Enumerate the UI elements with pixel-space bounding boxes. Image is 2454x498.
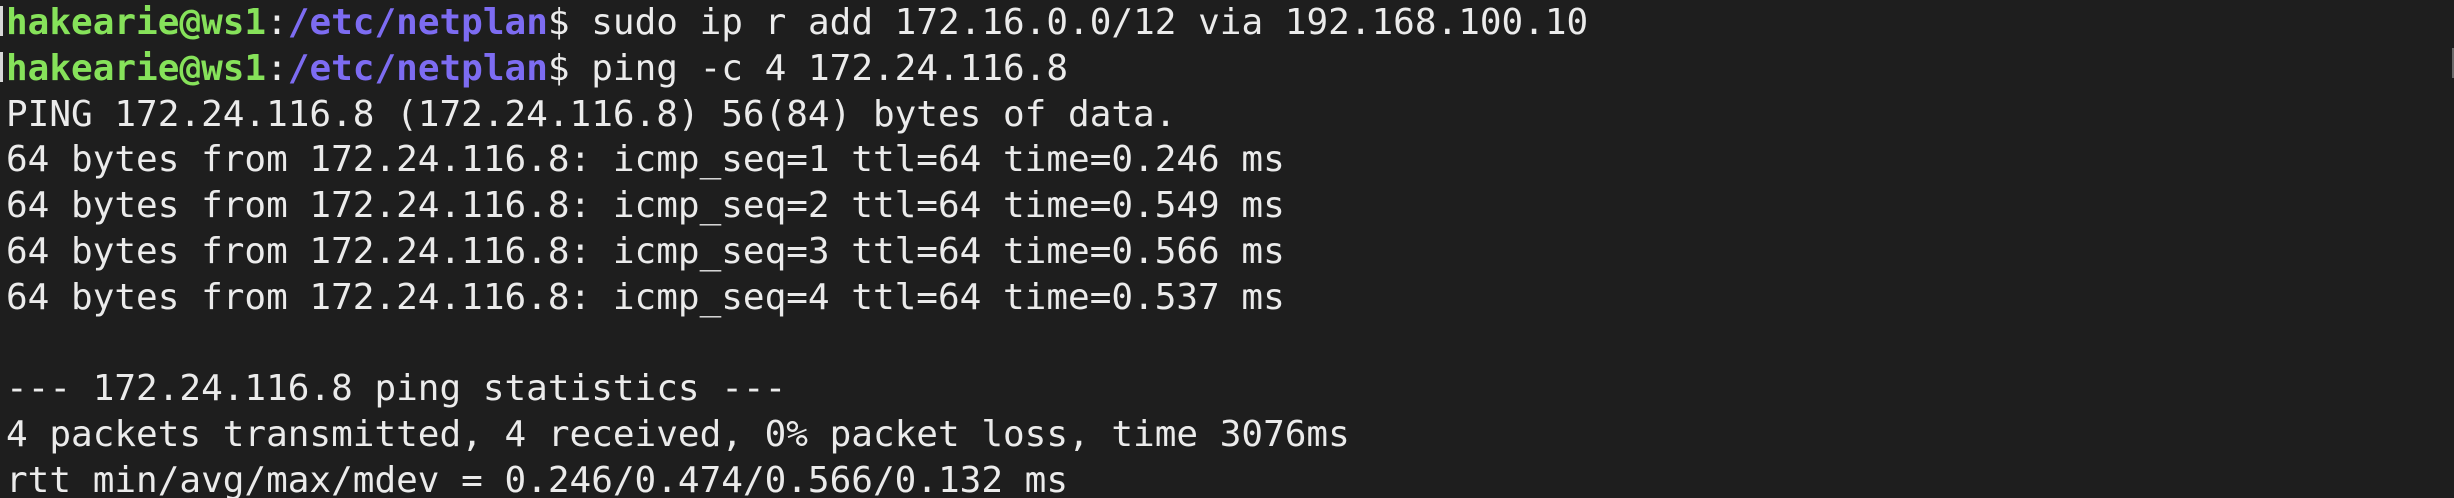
prompt-line: hakearie@ws1:/etc/netplan$ sudo ip r add… bbox=[6, 0, 2454, 46]
prompt-path: /etc/netplan bbox=[287, 2, 548, 43]
output-line: --- 172.24.116.8 ping statistics --- bbox=[6, 368, 787, 410]
command-text: ping -c 4 172.24.116.8 bbox=[569, 47, 1069, 89]
prompt-dollar: $ bbox=[547, 2, 570, 43]
prompt-colon: : bbox=[266, 2, 288, 43]
output-line: 64 bytes from 172.24.116.8: icmp_seq=1 t… bbox=[6, 139, 1285, 181]
output-line: rtt min/avg/max/mdev = 0.246/0.474/0.566… bbox=[6, 459, 1069, 498]
prompt-line: hakearie@ws1:/etc/netplan$ ping -c 4 172… bbox=[6, 46, 2454, 92]
output-line: PING 172.24.116.8 (172.24.116.8) 56(84) … bbox=[6, 93, 1177, 135]
output-line-blank bbox=[6, 321, 2454, 367]
terminal-window[interactable]: hakearie@ws1:/etc/netplan$ sudo ip r add… bbox=[0, 0, 2454, 498]
line-marker bbox=[0, 52, 3, 82]
output-line: 64 bytes from 172.24.116.8: icmp_seq=3 t… bbox=[6, 230, 1285, 272]
prompt-dollar: $ bbox=[547, 47, 570, 89]
output-line: 4 packets transmitted, 4 received, 0% pa… bbox=[6, 414, 1350, 456]
line-marker bbox=[0, 6, 3, 36]
output-line: 64 bytes from 172.24.116.8: icmp_seq=4 t… bbox=[6, 276, 1285, 318]
prompt-path: /etc/netplan bbox=[287, 47, 548, 89]
prompt-colon: : bbox=[266, 47, 288, 89]
prompt-user-host: hakearie@ws1 bbox=[6, 47, 267, 89]
command-text: sudo ip r add 172.16.0.0/12 via 192.168.… bbox=[569, 2, 1589, 43]
prompt-user-host: hakearie@ws1 bbox=[6, 2, 267, 43]
output-line: 64 bytes from 172.24.116.8: icmp_seq=2 t… bbox=[6, 185, 1285, 227]
